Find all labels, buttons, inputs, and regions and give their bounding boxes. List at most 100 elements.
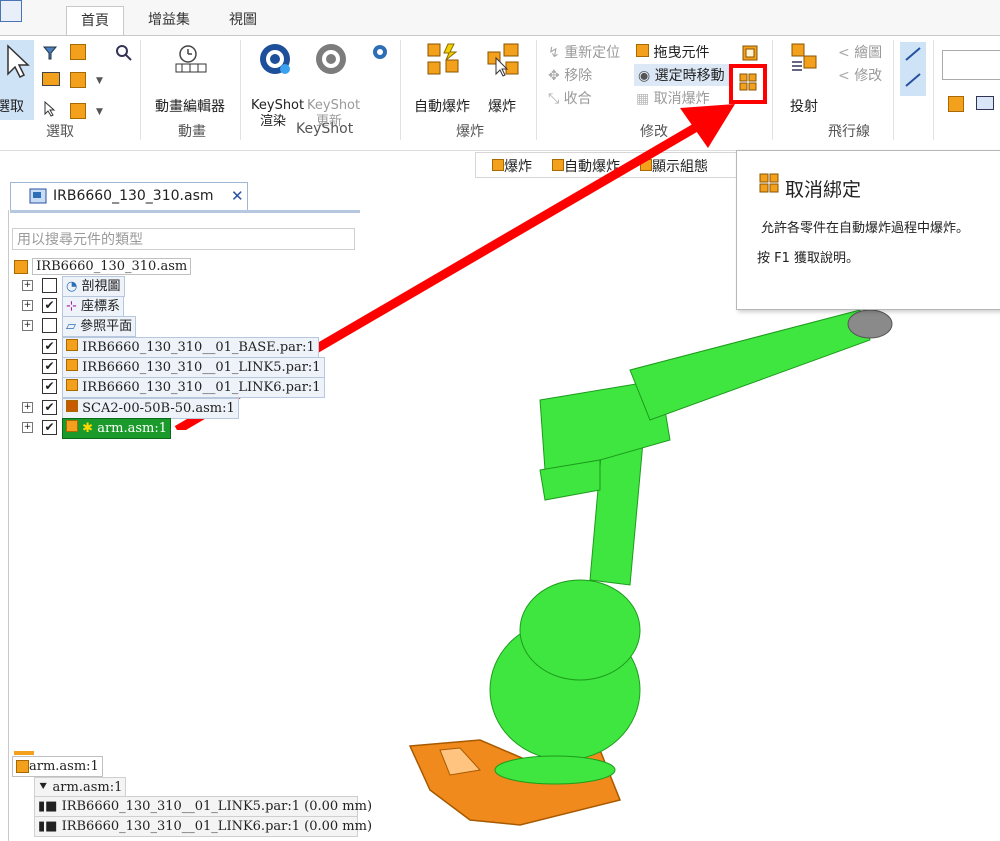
part-icon: [66, 359, 78, 371]
expand-icon[interactable]: +: [22, 300, 33, 311]
app-icon[interactable]: [0, 0, 22, 22]
chevron-down-icon[interactable]: ▼: [96, 107, 103, 117]
select-group-label: 選取: [46, 124, 74, 140]
bottom-panel-row-label: IRB6660_130_310__01_LINK5.par:1 (0.00 mm…: [61, 799, 373, 814]
tab-view[interactable]: 視圖: [215, 6, 271, 34]
coordinate-system-icon: ⊹: [66, 299, 77, 314]
tree-item-text: IRB6660_130_310__01_LINK5.par:1: [82, 360, 321, 375]
tree-item-label: IRB6660_130_310__01_LINK5.par:1: [62, 357, 325, 378]
tab-addins[interactable]: 增益集: [134, 6, 204, 34]
tooltip: 取消綁定 允許各零件在自動爆炸過程中爆炸。 按 F1 獲取說明。: [736, 150, 1000, 310]
select-label: 選取: [0, 99, 24, 115]
reference-plane-icon: ▱: [66, 319, 76, 334]
move-on-select-label: 選定時移動: [654, 68, 725, 84]
keyshot-icon: [260, 44, 290, 74]
part-icon: [66, 379, 78, 391]
flight-group-label: 飛行線: [828, 124, 870, 140]
bind-icon[interactable]: [742, 45, 758, 65]
tree-item-text: IRB6660_130_310__01_BASE.par:1: [82, 340, 315, 355]
flight-edit-icon: <: [838, 68, 850, 84]
tree-item-label: ▱ 參照平面: [62, 316, 137, 337]
tree-item-label: IRB6660_130_310__01_LINK6.par:1: [62, 377, 325, 398]
find-icon[interactable]: [115, 44, 133, 66]
exploded-icon: ✱: [82, 421, 94, 436]
tree-item-label: ⊹ 座標系: [62, 296, 125, 317]
visibility-checkbox[interactable]: ✔: [42, 359, 57, 374]
filter-icon[interactable]: [42, 44, 60, 66]
visibility-checkbox[interactable]: ✔: [42, 298, 57, 313]
tree-item-text: SCA2-00-50B-50.asm:1: [82, 401, 235, 416]
draw-label: 繪圖: [854, 45, 883, 61]
draw-icon: <: [838, 45, 850, 61]
keyshot-settings-icon[interactable]: [372, 44, 388, 64]
document-tab[interactable]: IRB6660_130_310.asm ✕: [10, 182, 248, 211]
tree-item-text: 剖視圖: [81, 279, 121, 294]
tooltip-help: 按 F1 獲取說明。: [757, 251, 860, 266]
bottom-panel-sub[interactable]: ⯆ arm.asm:1: [34, 777, 127, 798]
ribbon-tabbar: 首頁 增益集 視圖: [0, 0, 1000, 36]
ribbon-input[interactable]: [942, 50, 1000, 80]
project-label: 投射: [790, 99, 818, 115]
flight-edit-button[interactable]: < 修改: [838, 65, 882, 85]
visibility-checkbox[interactable]: ✔: [42, 379, 57, 394]
auto-explode-icon: [427, 43, 459, 75]
select-parts-icon[interactable]: [70, 44, 86, 64]
bottom-panel-row-label: IRB6660_130_310__01_LINK6.par:1 (0.00 mm…: [61, 819, 373, 834]
tooltip-description: 允許各零件在自動爆炸過程中爆炸。: [761, 221, 970, 236]
select-window-icon[interactable]: [42, 72, 60, 86]
visibility-checkbox[interactable]: ✔: [42, 400, 57, 415]
expand-icon[interactable]: +: [22, 280, 33, 291]
component-search-input[interactable]: 用以搜尋元件的類型: [12, 228, 355, 250]
component-icon[interactable]: [948, 96, 964, 116]
move-label: 移除: [564, 68, 593, 84]
visibility-checkbox[interactable]: ✔: [42, 339, 57, 354]
close-icon[interactable]: ✕: [231, 187, 244, 205]
drag-component-button[interactable]: 拖曳元件: [636, 42, 709, 62]
assembly-icon: [66, 420, 78, 432]
cursor-arrow-icon: [7, 44, 30, 79]
divider: [933, 40, 934, 140]
bottom-panel-header[interactable]: arm.asm:1: [12, 756, 103, 777]
tree-root[interactable]: IRB6660_130_310.asm: [14, 257, 192, 276]
tree-item-text: arm.asm:1: [97, 421, 168, 436]
select-cursor-icon[interactable]: [42, 100, 58, 121]
tab-home[interactable]: 首頁: [66, 6, 124, 36]
visibility-checkbox[interactable]: [42, 318, 57, 333]
tree-item-label: SCA2-00-50B-50.asm:1: [62, 398, 239, 419]
robot-wrist: [847, 309, 893, 339]
project-button[interactable]: 投射: [786, 40, 826, 120]
flight-toggle-icon[interactable]: [900, 42, 926, 96]
project-icon: [791, 43, 817, 71]
bottom-panel-sub-label: arm.asm:1: [52, 780, 123, 795]
assembly-icon: [14, 259, 28, 274]
move-on-select-button[interactable]: ◉ 選定時移動: [634, 64, 729, 86]
drag-component-icon: [636, 44, 649, 57]
expand-icon[interactable]: +: [22, 320, 33, 331]
assembly-icon: [16, 760, 29, 773]
expand-icon[interactable]: +: [22, 402, 33, 413]
tree-item-text: IRB6660_130_310__01_LINK6.par:1: [82, 380, 321, 395]
draw-button[interactable]: < 繪圖: [838, 42, 882, 62]
chevron-down-icon[interactable]: ▼: [96, 76, 103, 86]
move-button[interactable]: ✥ 移除: [548, 65, 592, 85]
select-orange-icon[interactable]: [70, 103, 86, 123]
expand-icon[interactable]: +: [22, 422, 33, 433]
bottom-panel-accent: [14, 751, 34, 755]
bottom-panel-row[interactable]: ▮■ IRB6660_130_310__01_LINK5.par:1 (0.00…: [34, 796, 372, 817]
divider: [140, 40, 141, 140]
select-tool-icon[interactable]: [70, 72, 86, 92]
tree-item-text: 參照平面: [80, 319, 133, 334]
keyshot-update-icon: [316, 44, 346, 74]
visibility-checkbox[interactable]: ✔: [42, 420, 57, 435]
part-constraint-icon: ▮■: [38, 799, 58, 814]
bottom-panel-row[interactable]: ▮■ IRB6660_130_310__01_LINK6.par:1 (0.00…: [34, 816, 372, 837]
table-icon[interactable]: [976, 96, 994, 110]
flight-edit-label: 修改: [854, 68, 883, 84]
clock-film-icon: [175, 45, 207, 73]
visibility-checkbox[interactable]: [42, 278, 57, 293]
reposition-button[interactable]: ↯ 重新定位: [548, 42, 620, 62]
tree-item-text: 座標系: [81, 299, 121, 314]
tree-item-label: ✱ arm.asm:1: [62, 418, 172, 439]
select-button[interactable]: 選取: [0, 40, 34, 120]
panel-splitter[interactable]: [10, 210, 360, 213]
